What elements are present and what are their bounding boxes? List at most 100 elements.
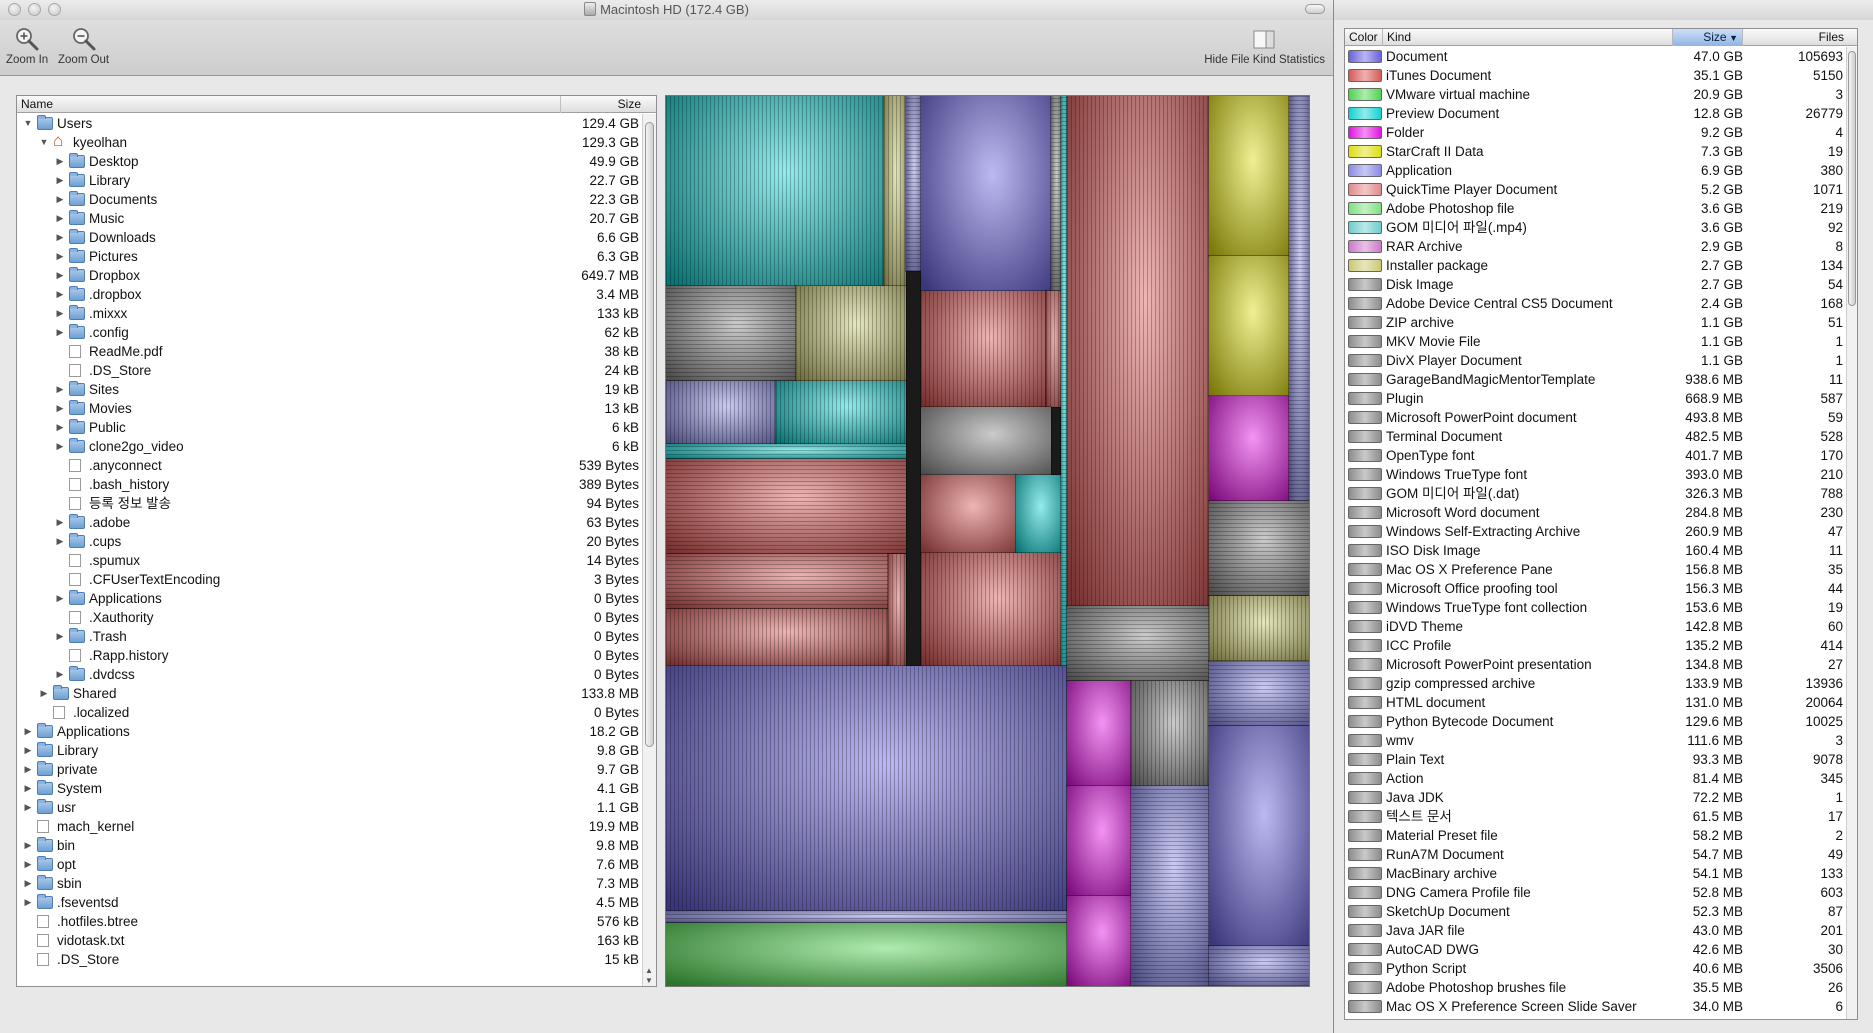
color-swatch[interactable] xyxy=(1348,240,1382,253)
file-kind-row[interactable]: Document 47.0 GB 105693 xyxy=(1345,47,1848,66)
disclosure-closed-icon[interactable]: ▶ xyxy=(55,513,65,532)
treemap-cell[interactable] xyxy=(883,96,907,287)
color-swatch[interactable] xyxy=(1348,449,1382,462)
treemap-cell[interactable] xyxy=(666,96,885,287)
disclosure-closed-icon[interactable]: ▶ xyxy=(55,665,65,684)
tree-row[interactable]: 등록 정보 발송 94 Bytes xyxy=(17,494,643,513)
color-swatch[interactable] xyxy=(1348,468,1382,481)
disclosure-closed-icon[interactable]: ▶ xyxy=(23,722,33,741)
color-swatch[interactable] xyxy=(1348,601,1382,614)
treemap-cell[interactable] xyxy=(1208,945,1309,986)
file-kind-row[interactable]: AutoCAD DWG 42.6 MB 30 xyxy=(1345,940,1848,959)
file-kind-row[interactable]: Preview Document 12.8 GB 26779 xyxy=(1345,104,1848,123)
file-tree-scroll-thumb[interactable] xyxy=(645,122,654,747)
color-swatch[interactable] xyxy=(1348,335,1382,348)
tree-row[interactable]: ▼ Users 129.4 GB xyxy=(17,114,643,133)
file-kind-row[interactable]: Python Bytecode Document 129.6 MB 10025 xyxy=(1345,712,1848,731)
treemap-cell[interactable] xyxy=(1208,395,1290,502)
file-kind-row[interactable]: Microsoft PowerPoint document 493.8 MB 59 xyxy=(1345,408,1848,427)
color-swatch[interactable] xyxy=(1348,373,1382,386)
tree-row[interactable]: ▶ Movies 13 kB xyxy=(17,399,643,418)
file-kind-row[interactable]: wmv 111.6 MB 3 xyxy=(1345,731,1848,750)
treemap-cell[interactable] xyxy=(1208,96,1290,257)
color-swatch[interactable] xyxy=(1348,354,1382,367)
color-swatch[interactable] xyxy=(1348,525,1382,538)
tree-row[interactable]: ▶ .Trash 0 Bytes xyxy=(17,627,643,646)
color-swatch[interactable] xyxy=(1348,430,1382,443)
treemap-cell[interactable] xyxy=(666,443,907,460)
tree-row[interactable]: mach_kernel 19.9 MB xyxy=(17,817,643,836)
tree-row[interactable]: ▶ private 9.7 GB xyxy=(17,760,643,779)
treemap-cell[interactable] xyxy=(666,380,777,445)
treemap-cell[interactable] xyxy=(1066,605,1210,682)
file-kind-row[interactable]: MKV Movie File 1.1 GB 1 xyxy=(1345,332,1848,351)
disclosure-open-icon[interactable]: ▼ xyxy=(39,133,49,152)
file-kind-row[interactable]: 텍스트 문서 61.5 MB 17 xyxy=(1345,807,1848,826)
color-swatch[interactable] xyxy=(1348,905,1382,918)
treemap-cell[interactable] xyxy=(1045,290,1062,408)
file-kind-row[interactable]: iDVD Theme 142.8 MB 60 xyxy=(1345,617,1848,636)
tree-row[interactable]: ▶ Pictures 6.3 GB xyxy=(17,247,643,266)
file-kind-row[interactable]: RAR Archive 2.9 GB 8 xyxy=(1345,237,1848,256)
kind-column-header[interactable]: Kind xyxy=(1383,29,1673,46)
zoom-in-button[interactable]: Zoom In xyxy=(6,26,48,66)
treemap-cell[interactable] xyxy=(1050,96,1062,292)
tree-row[interactable]: ▶ clone2go_video 6 kB xyxy=(17,437,643,456)
file-kind-row[interactable]: Microsoft Word document 284.8 MB 230 xyxy=(1345,503,1848,522)
treemap-cell[interactable] xyxy=(775,380,907,445)
hide-file-kind-statistics-button[interactable]: Hide File Kind Statistics xyxy=(1204,26,1325,66)
file-kind-row[interactable]: Mac OS X Preference Screen Slide Saver 34… xyxy=(1345,997,1848,1016)
treemap-cell[interactable] xyxy=(887,553,907,667)
tree-row[interactable]: .Xauthority 0 Bytes xyxy=(17,608,643,627)
disclosure-closed-icon[interactable]: ▶ xyxy=(23,874,33,893)
treemap-cell[interactable] xyxy=(1066,680,1132,787)
file-kind-row[interactable]: Java JDK 72.2 MB 1 xyxy=(1345,788,1848,807)
color-swatch[interactable] xyxy=(1348,88,1382,101)
file-kind-row[interactable]: Folder 9.2 GB 4 xyxy=(1345,123,1848,142)
color-swatch[interactable] xyxy=(1348,506,1382,519)
treemap-cell[interactable] xyxy=(920,474,1017,554)
treemap-cell[interactable] xyxy=(666,910,1068,924)
color-swatch[interactable] xyxy=(1348,544,1382,557)
file-kind-row[interactable]: Plugin 668.9 MB 587 xyxy=(1345,389,1848,408)
disclosure-closed-icon[interactable]: ▶ xyxy=(55,437,65,456)
file-kind-row[interactable]: HTML document 131.0 MB 20064 xyxy=(1345,693,1848,712)
treemap-view[interactable] xyxy=(665,95,1310,987)
treemap-canvas[interactable] xyxy=(666,96,1309,986)
tree-row[interactable]: .anyconnect 539 Bytes xyxy=(17,456,643,475)
color-swatch[interactable] xyxy=(1348,145,1382,158)
disclosure-closed-icon[interactable]: ▶ xyxy=(23,741,33,760)
scroll-arrows-icon[interactable]: ▲ ▼ xyxy=(645,966,653,986)
disclosure-closed-icon[interactable]: ▶ xyxy=(55,152,65,171)
file-kind-scroll-thumb[interactable] xyxy=(1848,51,1856,306)
name-column-header[interactable]: Name xyxy=(21,97,53,111)
tree-row[interactable]: .DS_Store 15 kB xyxy=(17,950,643,969)
tree-row[interactable]: ▶ sbin 7.3 MB xyxy=(17,874,643,893)
color-swatch[interactable] xyxy=(1348,297,1382,310)
files-column-header[interactable]: Files xyxy=(1743,29,1848,46)
treemap-cell[interactable] xyxy=(920,406,1052,476)
color-swatch[interactable] xyxy=(1348,278,1382,291)
color-swatch[interactable] xyxy=(1348,487,1382,500)
treemap-cell[interactable] xyxy=(1288,96,1309,502)
file-kind-row[interactable]: gzip compressed archive 133.9 MB 13936 xyxy=(1345,674,1848,693)
file-kind-row[interactable]: MacBinary archive 54.1 MB 133 xyxy=(1345,864,1848,883)
color-swatch[interactable] xyxy=(1348,924,1382,937)
file-kind-row[interactable]: Windows Self-Extracting Archive 260.9 MB 4… xyxy=(1345,522,1848,541)
file-kind-row[interactable]: Adobe Photoshop file 3.6 GB 219 xyxy=(1345,199,1848,218)
disclosure-closed-icon[interactable]: ▶ xyxy=(55,247,65,266)
color-swatch[interactable] xyxy=(1348,715,1382,728)
tree-row[interactable]: ▶ Documents 22.3 GB xyxy=(17,190,643,209)
file-kind-row[interactable]: SketchUp Document 52.3 MB 87 xyxy=(1345,902,1848,921)
treemap-cell[interactable] xyxy=(920,552,1062,667)
tree-row[interactable]: ▶ usr 1.1 GB xyxy=(17,798,643,817)
file-kind-row[interactable]: Windows TrueType font collection 153.6 MB… xyxy=(1345,598,1848,617)
color-swatch[interactable] xyxy=(1348,696,1382,709)
disclosure-closed-icon[interactable]: ▶ xyxy=(23,855,33,874)
tree-row[interactable]: ▶ .mixxx 133 kB xyxy=(17,304,643,323)
treemap-cell[interactable] xyxy=(666,285,797,382)
color-swatch[interactable] xyxy=(1348,259,1382,272)
tree-row[interactable]: ▶ opt 7.6 MB xyxy=(17,855,643,874)
color-swatch[interactable] xyxy=(1348,620,1382,633)
file-kind-row[interactable]: Mac OS X Preference Pane 156.8 MB 35 xyxy=(1345,560,1848,579)
